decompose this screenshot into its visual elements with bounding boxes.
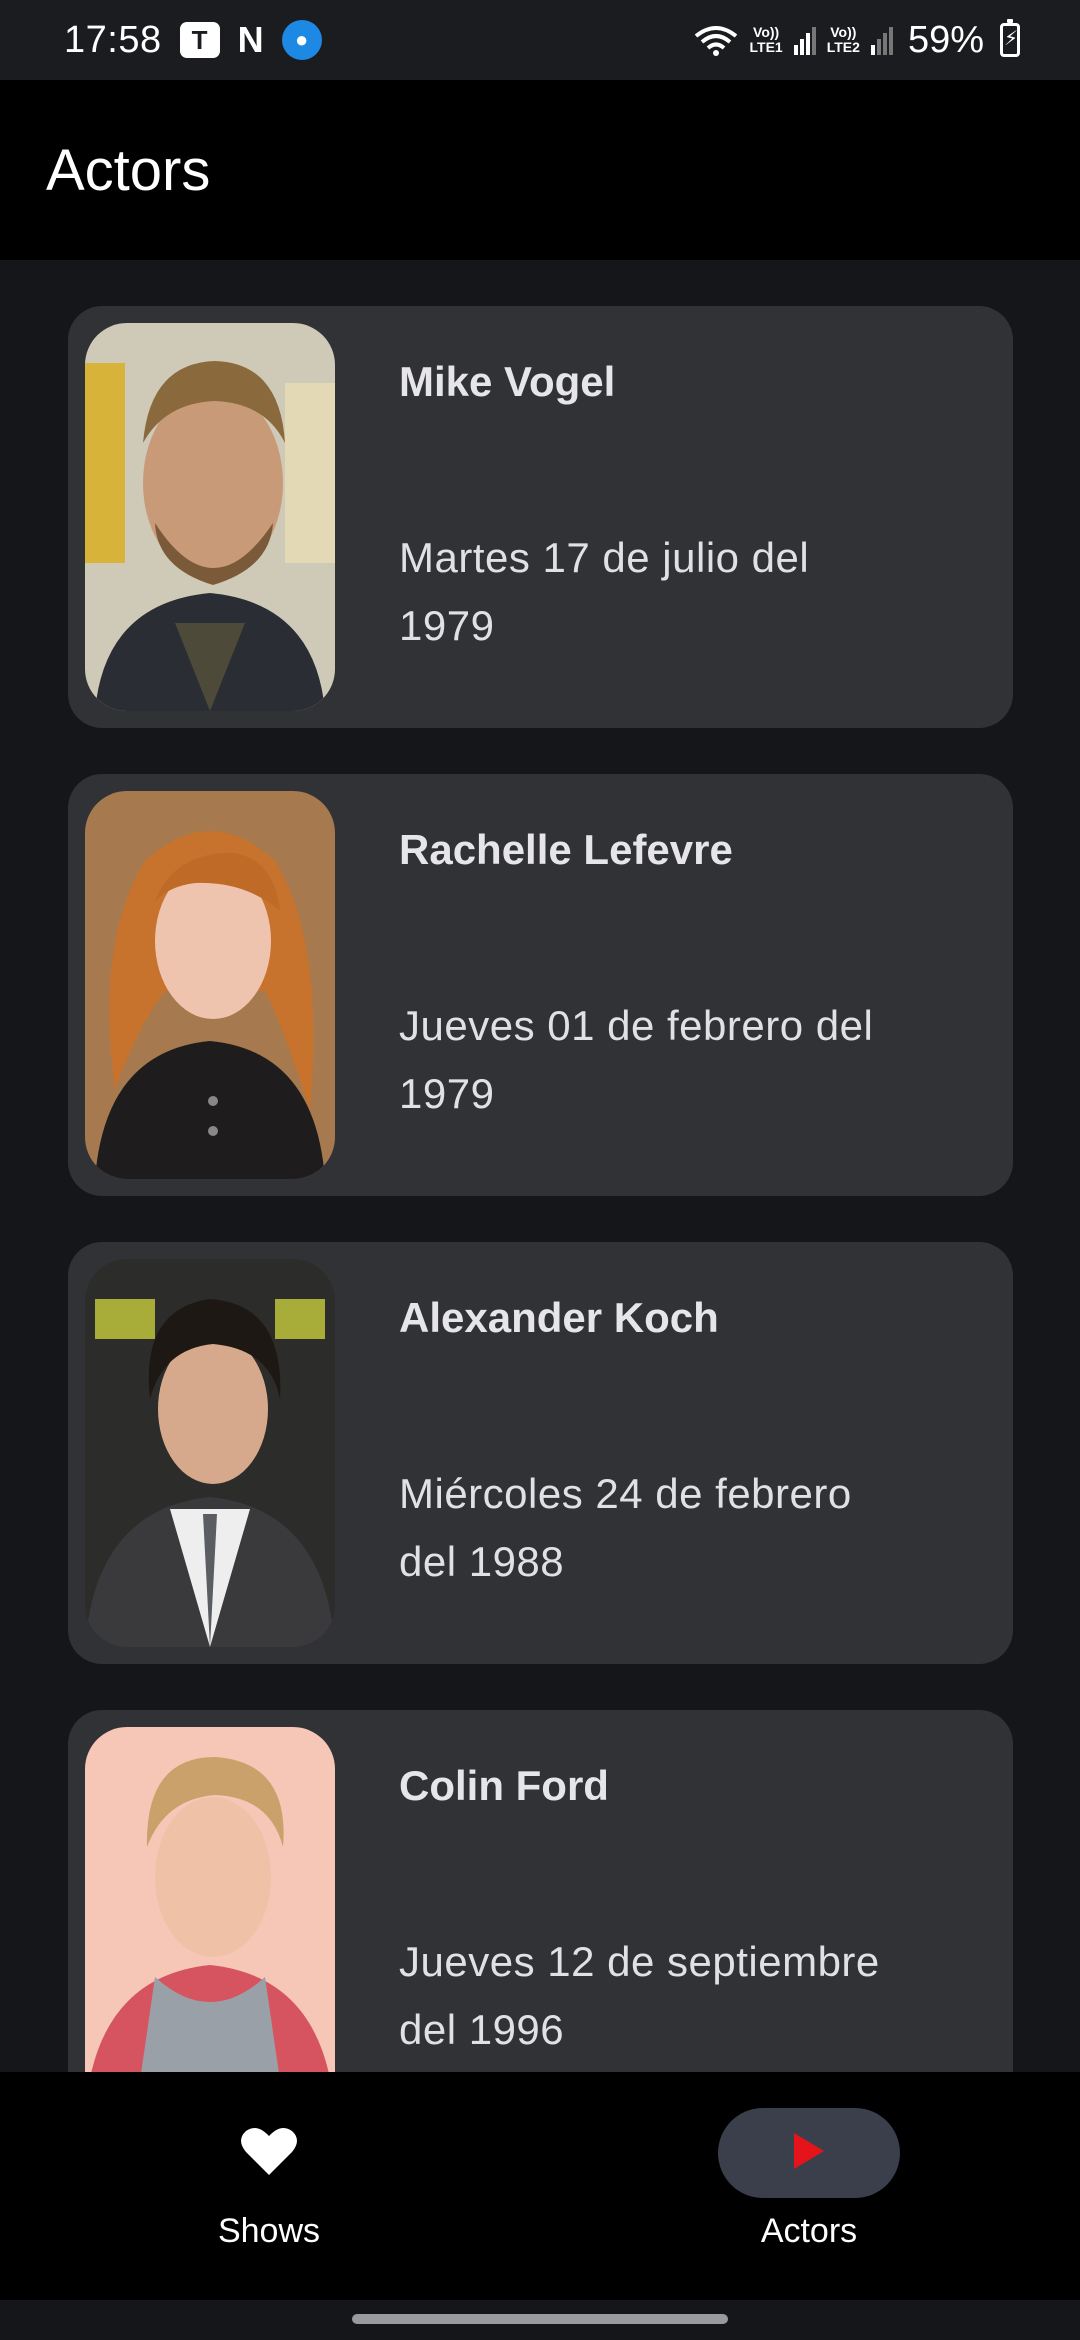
actor-birthdate: Jueves 12 de septiembre del 1996: [399, 1938, 880, 2053]
bottom-nav: Shows Actors: [0, 2072, 1080, 2300]
nav-item-actors[interactable]: Actors: [659, 2072, 959, 2300]
heart-icon: [240, 2125, 298, 2182]
actor-card[interactable]: Rachelle Lefevre Jueves 01 de febrero de…: [68, 774, 1013, 1196]
actor-birthdate: Jueves 01 de febrero del 1979: [399, 1002, 874, 1117]
actor-birthdate: Miércoles 24 de febrero del 1988: [399, 1470, 852, 1585]
actor-photo: [85, 1727, 335, 2072]
actor-list[interactable]: Mike Vogel Martes 17 de julio del 1979 R…: [0, 260, 1080, 2072]
status-left: 17:58 T N ●: [64, 19, 322, 62]
nav-label-actors: Actors: [760, 2212, 858, 2250]
gesture-area: [0, 2300, 1080, 2340]
nav-item-shows[interactable]: Shows: [119, 2072, 419, 2300]
status-right: Vo)) LTE1 Vo)) LTE2 59% ⚡: [692, 19, 1020, 62]
actor-card[interactable]: Mike Vogel Martes 17 de julio del 1979: [68, 306, 1013, 728]
netflix-icon: N: [237, 19, 264, 60]
teams-icon: T: [179, 22, 220, 58]
sim1-label: Vo)) LTE1: [749, 24, 783, 55]
actor-photo: [85, 1259, 335, 1647]
nav-pill-actors[interactable]: [718, 2108, 900, 2198]
blue-app-icon: ●: [281, 20, 322, 60]
status-bar: 17:58 T N ● Vo)) LTE1 Vo)) LTE2 59% ⚡: [0, 0, 1080, 80]
actor-birthdate: Martes 17 de julio del 1979: [399, 534, 810, 649]
app-bar: Actors: [0, 80, 1080, 260]
wifi-icon: [692, 22, 740, 58]
play-icon: [791, 2131, 827, 2176]
actor-card[interactable]: Alexander Koch Miércoles 24 de febrero d…: [68, 1242, 1013, 1664]
actor-photo: [85, 323, 335, 711]
battery-percent: 59%: [907, 18, 984, 61]
nav-label-shows: Shows: [217, 2212, 321, 2250]
signal-2-icon: [870, 25, 894, 55]
gesture-handle[interactable]: [352, 2314, 728, 2324]
nav-pill-shows[interactable]: [178, 2108, 360, 2198]
actor-name: Rachelle Lefevre: [399, 826, 733, 873]
sim2-label: Vo)) LTE2: [826, 24, 860, 55]
actor-card[interactable]: Colin Ford Jueves 12 de septiembre del 1…: [68, 1710, 1013, 2072]
status-time: 17:58: [64, 18, 162, 61]
signal-1-icon: [793, 25, 817, 55]
actor-name: Alexander Koch: [399, 1294, 719, 1341]
battery-icon: ⚡: [1000, 19, 1020, 57]
page-title: Actors: [46, 137, 211, 203]
actor-photo: [85, 791, 335, 1179]
actor-name: Mike Vogel: [399, 358, 616, 405]
actor-name: Colin Ford: [399, 1762, 609, 1809]
